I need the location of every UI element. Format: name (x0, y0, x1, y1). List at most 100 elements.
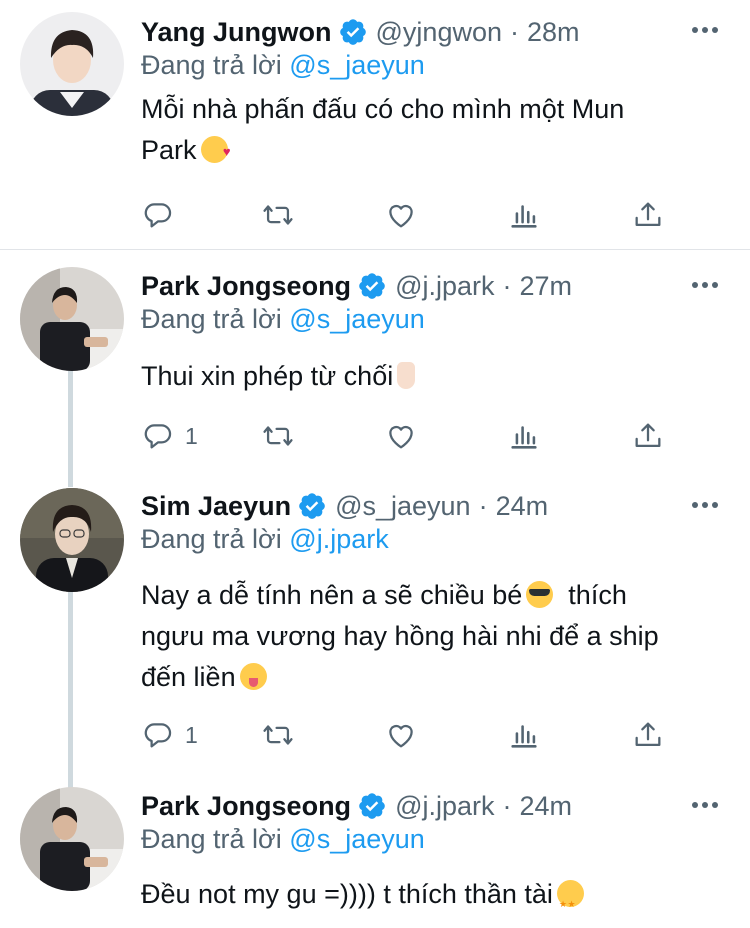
analytics-icon (511, 725, 537, 748)
tweet-text: Đều not my gu =)))) t thích thần tài (141, 874, 710, 925)
verified-badge-icon (299, 493, 325, 519)
mention-link[interactable]: @s_jaeyun (289, 50, 425, 80)
display-name[interactable]: Sim Jaeyun (141, 491, 291, 522)
smiling-face-with-sunglasses-icon (526, 581, 554, 608)
replying-to-label: Đang trả lời (141, 824, 282, 854)
share-icon (635, 202, 661, 227)
share-button[interactable] (631, 419, 665, 453)
reply-icon (144, 723, 172, 748)
tweet[interactable]: Park Jongseong @j.jpark · 24m Đang trả l… (0, 781, 750, 928)
tweet-text-line: Nay a dễ tính nên a sẽ chiều bé (141, 580, 523, 610)
like-icon (389, 724, 413, 748)
tweet-text-line: ngưu ma vương hay hồng hài nhi để a ship (141, 621, 659, 651)
share-icon (635, 423, 661, 448)
squinting-face-with-tongue-icon (239, 663, 267, 690)
replying-to: Đang trả lời @j.jpark (141, 524, 389, 555)
tweet-text: Nay a dễ tính nên a sẽ chiều bé thích ng… (141, 575, 710, 698)
separator: · (510, 16, 519, 47)
display-name[interactable]: Yang Jungwon (141, 17, 332, 48)
more-icon[interactable] (692, 501, 720, 511)
tweet[interactable]: Sim Jaeyun @s_jaeyun · 24m Đang trả lời … (0, 481, 750, 781)
replying-to: Đang trả lời @s_jaeyun (141, 824, 425, 855)
star-struck-icon (556, 880, 584, 925)
reply-thread: Yang Jungwon @yjngwon · 28m Đang trả lời… (0, 0, 750, 928)
tweet-actions (141, 198, 661, 234)
like-icon (389, 425, 413, 449)
retweet-icon (263, 725, 293, 745)
tweet-text: Thui xin phép từ chối (141, 356, 710, 397)
tweet[interactable]: Yang Jungwon @yjngwon · 28m Đang trả lời… (0, 0, 750, 250)
share-button[interactable] (631, 198, 665, 232)
retweet-icon (263, 426, 293, 446)
reply-button[interactable]: 1 (141, 718, 198, 752)
more-icon[interactable] (692, 26, 720, 36)
analytics-icon (511, 426, 537, 449)
index-pointing-up-icon (397, 362, 416, 389)
avatar[interactable] (20, 267, 124, 371)
tweet-text: Mỗi nhà phấn đấu có cho mình một Mun Par… (141, 89, 710, 172)
analytics-button[interactable] (507, 718, 541, 752)
analytics-button[interactable] (507, 198, 541, 232)
separator: · (478, 490, 488, 521)
replying-to: Đang trả lời @s_jaeyun (141, 304, 425, 335)
handle[interactable]: @j.jpark (395, 791, 494, 822)
tweet-text-line: thích (568, 580, 627, 610)
tweet-header: Park Jongseong @j.jpark · 24m (141, 788, 690, 824)
smiling-face-with-hearts-icon (200, 131, 231, 172)
share-icon (635, 722, 661, 747)
tweet-header: Park Jongseong @j.jpark · 27m (141, 268, 690, 304)
retweet-button[interactable] (261, 198, 295, 232)
timestamp[interactable]: 24m (520, 791, 573, 822)
more-icon[interactable] (692, 281, 720, 291)
like-button[interactable] (384, 198, 418, 232)
avatar[interactable] (20, 787, 124, 891)
reply-icon (144, 424, 172, 449)
reply-count: 1 (185, 422, 198, 449)
timestamp[interactable]: 27m (520, 271, 573, 302)
tweet-actions: 1 (141, 419, 661, 455)
timestamp[interactable]: 28m (527, 17, 580, 48)
verified-badge-icon (359, 273, 385, 299)
avatar[interactable] (20, 12, 124, 116)
handle[interactable]: @j.jpark (395, 271, 494, 302)
mention-link[interactable]: @j.jpark (289, 524, 388, 554)
replying-to-label: Đang trả lời (141, 524, 282, 554)
tweet-text-line: Park (141, 135, 197, 165)
verified-badge-icon (339, 19, 366, 45)
analytics-icon (511, 205, 537, 228)
like-button[interactable] (384, 718, 418, 752)
more-icon[interactable] (692, 801, 720, 811)
reply-button[interactable] (141, 198, 175, 232)
analytics-button[interactable] (507, 419, 541, 453)
separator: · (502, 790, 512, 821)
display-name[interactable]: Park Jongseong (141, 271, 351, 302)
avatar[interactable] (20, 488, 124, 592)
replying-to-label: Đang trả lời (141, 50, 282, 80)
separator: · (502, 270, 512, 301)
retweet-button[interactable] (261, 419, 295, 453)
tweet-text-line: Mỗi nhà phấn đấu có cho mình một Mun (141, 94, 625, 124)
tweet-header: Yang Jungwon @yjngwon · 28m (141, 14, 690, 50)
verified-badge-icon (359, 793, 385, 819)
timestamp[interactable]: 24m (496, 491, 549, 522)
share-button[interactable] (631, 718, 665, 752)
display-name[interactable]: Park Jongseong (141, 791, 351, 822)
retweet-button[interactable] (261, 718, 295, 752)
replying-to-label: Đang trả lời (141, 304, 282, 334)
tweet[interactable]: Park Jongseong @j.jpark · 27m Đang trả l… (0, 251, 750, 481)
mention-link[interactable]: @s_jaeyun (289, 304, 425, 334)
reply-count: 1 (185, 721, 198, 748)
handle[interactable]: @s_jaeyun (335, 491, 471, 522)
like-icon (389, 204, 413, 228)
tweet-text-line: Thui xin phép từ chối (141, 361, 394, 391)
tweet-actions: 1 (141, 718, 661, 754)
replying-to: Đang trả lời @s_jaeyun (141, 50, 425, 81)
tweet-text-line: Đều not my gu =)))) t thích thần tài (141, 879, 553, 909)
tweet-text-line: đến liền (141, 662, 236, 692)
handle[interactable]: @yjngwon (376, 17, 502, 48)
reply-button[interactable]: 1 (141, 419, 198, 453)
like-button[interactable] (384, 419, 418, 453)
tweet-header: Sim Jaeyun @s_jaeyun · 24m (141, 488, 690, 524)
reply-icon (144, 203, 172, 228)
mention-link[interactable]: @s_jaeyun (289, 824, 425, 854)
